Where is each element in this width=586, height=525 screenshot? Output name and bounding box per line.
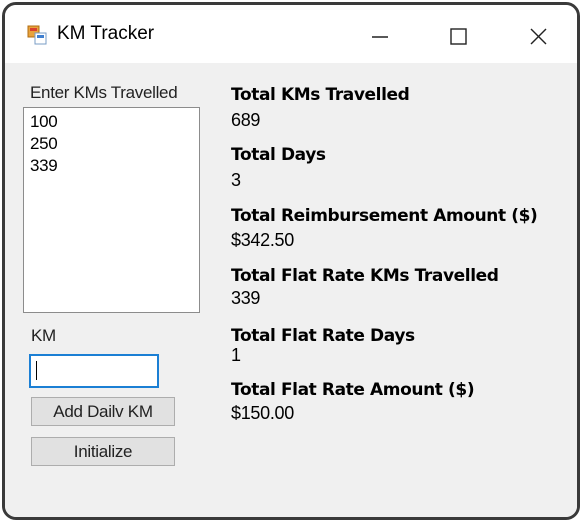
close-button[interactable] [517, 15, 559, 55]
list-item[interactable]: 100 [30, 111, 199, 133]
flat-rate-kms-title: Total Flat Rate KMs Travelled [231, 266, 499, 286]
km-label: KM [31, 326, 56, 345]
text-caret [36, 361, 37, 380]
flat-rate-days-title: Total Flat Rate Days [231, 326, 415, 346]
initialize-button[interactable]: Initialize [31, 437, 175, 466]
total-reimbursement-value: $342.50 [231, 230, 294, 250]
list-item[interactable]: 250 [30, 133, 199, 155]
window-title: KM Tracker [57, 23, 155, 44]
total-reimbursement-title: Total Reimbursement Amount ($) [231, 206, 538, 226]
minimize-icon [372, 36, 388, 38]
app-icon [27, 25, 47, 45]
list-item[interactable]: 339 [30, 155, 199, 177]
client-area: Enter KMs Travelled 100 250 339 KM Add D… [5, 63, 577, 517]
flat-rate-amount-title: Total Flat Rate Amount ($) [231, 380, 475, 400]
km-list-label: Enter KMs Travelled [30, 83, 178, 102]
title-bar[interactable]: KM Tracker [5, 5, 577, 63]
add-daily-km-button[interactable]: Add Dailv KM [31, 397, 175, 426]
km-input[interactable] [29, 354, 159, 388]
app-window: KM Tracker Enter KMs Travelled 100 250 3… [2, 2, 580, 520]
km-listbox[interactable]: 100 250 339 [23, 107, 200, 313]
total-days-value: 3 [231, 170, 241, 190]
maximize-icon [450, 28, 467, 45]
total-kms-value: 689 [231, 110, 261, 130]
flat-rate-days-value: 1 [231, 345, 241, 365]
close-icon [530, 28, 547, 45]
total-days-title: Total Days [231, 145, 326, 165]
flat-rate-amount-value: $150.00 [231, 403, 294, 423]
minimize-button[interactable] [359, 15, 401, 55]
total-kms-title: Total KMs Travelled [231, 85, 410, 105]
flat-rate-kms-value: 339 [231, 288, 261, 308]
maximize-button[interactable] [437, 15, 479, 55]
